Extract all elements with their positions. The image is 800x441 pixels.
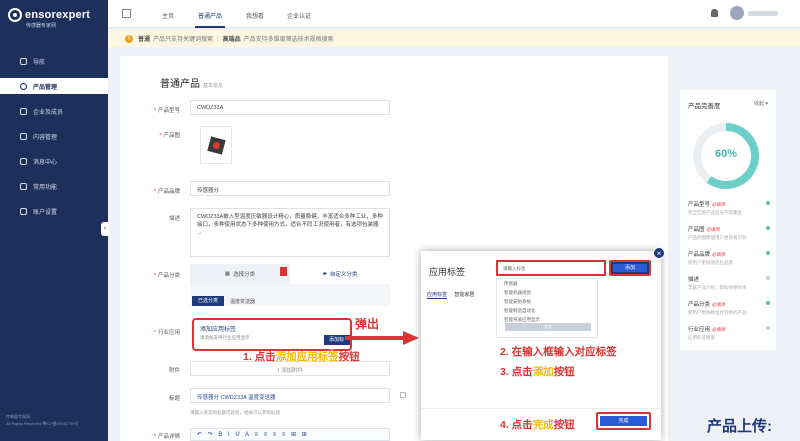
category-label: * 产品分类 bbox=[153, 273, 180, 279]
completion-item: 产品品牌 必填项 使用户更快速定位品牌 bbox=[688, 250, 772, 266]
tab-normal-product[interactable]: 普通产品 bbox=[194, 11, 226, 28]
modal-title: 应用标签 bbox=[429, 267, 466, 277]
fullscreen-icon[interactable] bbox=[122, 9, 131, 18]
sidebar-item-products[interactable]: 产品管理 bbox=[0, 78, 108, 94]
warning-icon: ! bbox=[125, 34, 133, 43]
completion-percent: 60% bbox=[714, 148, 738, 160]
status-dot-icon bbox=[766, 301, 770, 305]
upload-caption: 产品上传: bbox=[707, 418, 772, 435]
tag-option[interactable]: 智能制造自动化 bbox=[504, 308, 536, 314]
tag-search-input[interactable]: 请输入标签 bbox=[496, 260, 606, 276]
sidebar-item-content[interactable]: 内容管理 bbox=[0, 128, 108, 144]
status-dot-icon bbox=[766, 276, 770, 280]
completion-ring: 60% bbox=[693, 123, 759, 189]
message-icon bbox=[20, 157, 27, 165]
status-dot-icon bbox=[766, 326, 770, 330]
app-tag-title[interactable]: 添加应用标签 bbox=[200, 324, 344, 333]
tab-select-category[interactable]: ▦ 选择分类 bbox=[190, 264, 290, 284]
tag-option[interactable]: 智能机器视觉 bbox=[504, 290, 531, 296]
editor-label: * 产品详情 bbox=[153, 434, 180, 440]
user-icon bbox=[20, 207, 27, 215]
completion-item: 产品分类 必填项 使用户更快精准找到你的产品 bbox=[688, 300, 772, 316]
sidebar-item-messages[interactable]: 消息中心 bbox=[0, 153, 108, 169]
sidebar-item-nav[interactable]: 导航 bbox=[0, 53, 108, 69]
notice-bar: ! 普通 产品只支持关键词搜索 | 高端品 产品支持多维度筛选技术规格搜索 bbox=[108, 30, 800, 47]
annotation-step4: 4. 点击完成按钮 bbox=[500, 419, 575, 431]
tab-watch[interactable]: 我想看 bbox=[246, 11, 264, 20]
completion-item: 描述 丰富产品介绍，帮助你更好地 bbox=[688, 275, 772, 291]
app-tag-hint: 请添加支持行业应用显示 bbox=[200, 335, 250, 340]
grid-icon bbox=[20, 182, 27, 190]
model-label: * 产品型号 bbox=[153, 108, 180, 114]
top-bar: 主页 普通产品 我想看 企业认证 bbox=[108, 0, 800, 28]
bell-icon[interactable] bbox=[711, 9, 718, 17]
product-image[interactable] bbox=[200, 126, 232, 164]
tab-smart-home[interactable]: 智能家居 bbox=[454, 292, 474, 298]
logo-mark-icon bbox=[8, 8, 22, 22]
selected-category-pill[interactable]: 已选分类 bbox=[192, 296, 225, 306]
status-dot-icon bbox=[766, 201, 770, 205]
model-input[interactable]: CWDZ33A bbox=[190, 100, 390, 115]
brand-input[interactable]: 传感器分 bbox=[190, 181, 390, 196]
desc-label: 描述 bbox=[168, 216, 180, 222]
modal-tabs: 应用标签 智能家居 bbox=[427, 291, 480, 299]
tab-app-tags[interactable]: 应用标签 bbox=[427, 292, 448, 299]
selected-category: 温度变送器 bbox=[230, 299, 256, 305]
attach-label: 附件 bbox=[168, 368, 180, 374]
completion-title: 产品完善度 bbox=[688, 103, 721, 110]
folder-icon: ▰ bbox=[322, 271, 327, 277]
completion-item: 行业应用 必填项 应用标签搜索 bbox=[688, 325, 772, 341]
grid-icon: ▦ bbox=[224, 271, 231, 277]
headline-label: 标题 bbox=[168, 396, 180, 402]
product-icon bbox=[20, 82, 27, 90]
compass-icon bbox=[20, 57, 27, 65]
document-icon bbox=[20, 132, 27, 140]
brand-label: * 产品品牌 bbox=[153, 189, 180, 195]
tab-custom-category[interactable]: ▰ 自定义分类 bbox=[290, 264, 390, 284]
sidebar: ensorexpert 传感器专家网 导航 产品管理 企业及成员 内容管理 消息… bbox=[0, 0, 109, 441]
bookmark-icon bbox=[280, 267, 287, 276]
status-dot-icon bbox=[766, 251, 770, 255]
annotation-step3: 3. 点击添加按钮 bbox=[500, 366, 575, 378]
user-name-placeholder[interactable] bbox=[748, 11, 778, 16]
building-icon bbox=[20, 107, 27, 115]
industry-label: * 行业应用 bbox=[153, 330, 180, 336]
sidebar-item-company[interactable]: 企业及成员 bbox=[0, 103, 108, 119]
page-title: 普通产品 基本信息 bbox=[160, 79, 224, 90]
completion-item: 产品图 必填项 产品的图像使用户更容易识别 bbox=[688, 225, 772, 241]
image-label: * 产品图 bbox=[159, 133, 180, 139]
modal-add-button[interactable]: 添加 bbox=[609, 260, 651, 276]
tag-option[interactable]: 传感器 bbox=[504, 281, 518, 287]
sidebar-item-account[interactable]: 账户设置 bbox=[0, 203, 108, 219]
annotation-step2: 2. 在输入框输入对应标签 bbox=[500, 346, 617, 358]
dropdown-confirm-button[interactable]: 完成 bbox=[505, 323, 591, 331]
collapse-toggle[interactable]: 收起 ▾ bbox=[754, 100, 768, 107]
modal-done-button[interactable]: 完成 bbox=[596, 412, 651, 430]
rich-text-toolbar[interactable]: ↶ ↷ B I U A ≡ ≡ ≡ ≡ ⊞ ⊞ bbox=[190, 428, 390, 441]
headline-checkbox[interactable] bbox=[400, 392, 406, 398]
sidebar-item-tools[interactable]: 常用功能 bbox=[0, 178, 108, 194]
sensor-image-icon bbox=[207, 136, 226, 155]
headline-input[interactable]: 传感器分 CWDZ33A 温度变送器 bbox=[190, 388, 390, 403]
completion-item: 产品型号 必填项 完全匹配产品型号不得重复 bbox=[688, 200, 772, 216]
desc-textarea[interactable]: CWDZ33A嵌入型温度压敏器设计精心，质量稳健，丰富适合多种工业，多种接口，多… bbox=[190, 208, 390, 257]
close-icon[interactable]: × bbox=[653, 247, 665, 259]
tab-home[interactable]: 主页 bbox=[162, 11, 174, 20]
logo[interactable]: ensorexpert 传感器专家网 bbox=[8, 8, 104, 29]
completion-panel: 产品完善度 收起 ▾ 60% 产品型号 必填项 完全匹配产品型号不得重复 产品图 必填项… bbox=[680, 90, 776, 350]
tab-certification[interactable]: 企业认证 bbox=[287, 11, 311, 20]
avatar[interactable] bbox=[730, 6, 744, 20]
tag-option[interactable]: 智能安防系统 bbox=[504, 299, 531, 305]
logo-name: ensorexpert bbox=[25, 9, 91, 21]
app-tag-box[interactable]: 添加应用标签 请添加支持行业应用显示 添加标签 bbox=[192, 318, 352, 353]
logo-subtitle: 传感器专家网 bbox=[26, 23, 57, 29]
status-dot-icon bbox=[766, 226, 770, 230]
sidebar-footer: 传感器专家网 All Rights Reserved 粤ICP备19082759号 bbox=[6, 414, 79, 426]
arrow-right-icon bbox=[345, 331, 419, 345]
annotation-step1: 1. 点击添加应用标签按钮 bbox=[243, 351, 360, 363]
collapse-chevron-icon[interactable]: ‹ bbox=[101, 222, 109, 236]
tag-dropdown: 传感器 智能机器视觉 智能安防系统 智能制造自动化 智能驾驶应用显示 完成 bbox=[496, 278, 598, 338]
headline-hint: 请输入真实的标题内容后，相关可以参照标题 bbox=[190, 410, 280, 415]
